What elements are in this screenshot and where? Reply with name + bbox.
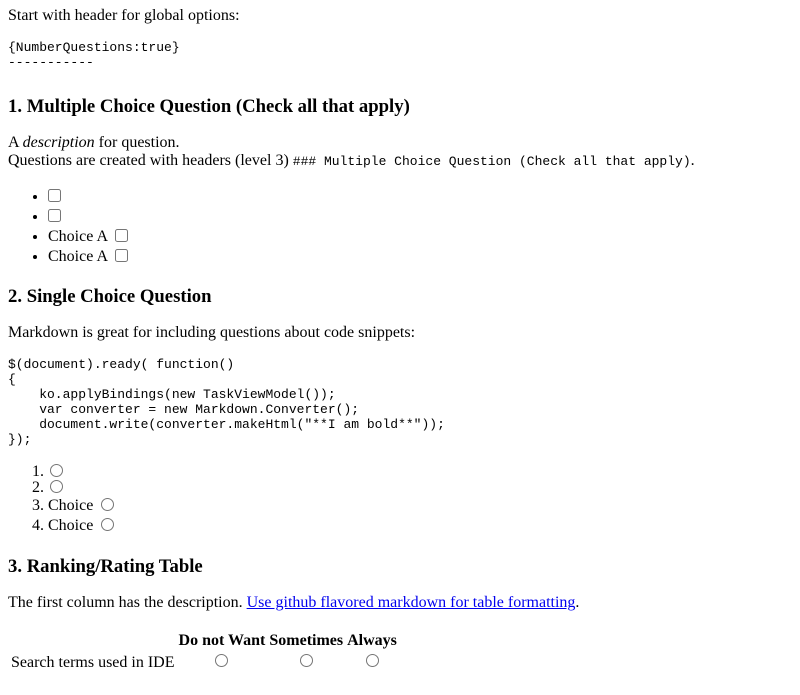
q2-option-2 bbox=[48, 480, 792, 496]
q2-option-3-radio[interactable] bbox=[101, 498, 115, 511]
ranking-row-label: Search terms used in IDE bbox=[11, 654, 175, 671]
q2-option-1 bbox=[48, 464, 792, 480]
table-row: Search terms used in IDE bbox=[10, 653, 398, 673]
ranking-header-row: Do not Want Sometimes Always bbox=[10, 631, 398, 651]
q3-desc-suffix: . bbox=[575, 594, 580, 611]
q1-option-1 bbox=[48, 187, 792, 207]
question-1-description: A description for question. Questions ar… bbox=[8, 134, 792, 171]
github-markdown-link[interactable]: Use github flavored markdown for table f… bbox=[247, 594, 576, 611]
q1-desc-suffix: for question. bbox=[94, 134, 180, 151]
ranking-radio-do-not-want[interactable] bbox=[215, 654, 229, 667]
q1-option-2 bbox=[48, 207, 792, 227]
q1-option-4-checkbox[interactable] bbox=[115, 249, 129, 262]
survey-page: Start with header for global options: {N… bbox=[0, 7, 800, 675]
question-2-description: Markdown is great for including question… bbox=[8, 324, 416, 341]
options-code-block: {NumberQuestions:true} ----------- bbox=[8, 40, 180, 70]
ranking-header-always: Always bbox=[347, 632, 397, 649]
q1-option-label: Choice A bbox=[48, 228, 108, 245]
question-2-code-block: $(document).ready( function() { ko.apply… bbox=[8, 357, 445, 447]
q2-option-2-radio[interactable] bbox=[50, 480, 63, 493]
question-3-title: 3. Ranking/Rating Table bbox=[8, 556, 203, 577]
q1-option-1-checkbox[interactable] bbox=[48, 189, 61, 202]
q2-option-4-radio[interactable] bbox=[101, 518, 115, 531]
ranking-radio-sometimes[interactable] bbox=[299, 654, 313, 667]
q2-option-4: Choice bbox=[48, 516, 792, 536]
ranking-cell-sometimes bbox=[268, 653, 344, 673]
q3-desc-prefix: The first column has the description. bbox=[8, 594, 247, 611]
q2-option-label: Choice bbox=[48, 517, 94, 534]
q1-line2-end: . bbox=[690, 152, 695, 169]
q1-option-3-checkbox[interactable] bbox=[115, 229, 129, 242]
ranking-header-do-not-want: Do not Want bbox=[178, 632, 266, 649]
q2-option-3: Choice bbox=[48, 496, 792, 516]
question-3-description: The first column has the description. Us… bbox=[8, 594, 792, 612]
q1-option-2-checkbox[interactable] bbox=[48, 209, 61, 222]
question-1-title: 1. Multiple Choice Question (Check all t… bbox=[8, 96, 410, 117]
q1-desc-emphasis: description bbox=[22, 134, 95, 151]
intro-text: Start with header for global options: bbox=[8, 7, 240, 24]
question-2-title: 2. Single Choice Question bbox=[8, 286, 212, 307]
q1-option-label: Choice A bbox=[48, 248, 108, 265]
question-2-options: Choice Choice bbox=[8, 464, 792, 536]
ranking-table: Do not Want Sometimes Always Search term… bbox=[8, 629, 400, 675]
question-1-options: Choice A Choice A bbox=[8, 187, 792, 267]
q1-line2-code: ### Multiple Choice Question (Check all … bbox=[292, 154, 691, 169]
q1-line2-text: Questions are created with headers (leve… bbox=[8, 152, 293, 169]
q1-option-3: Choice A bbox=[48, 227, 792, 247]
ranking-header-sometimes: Sometimes bbox=[269, 632, 344, 649]
q2-option-label: Choice bbox=[48, 497, 94, 514]
q1-desc-prefix: A bbox=[8, 134, 23, 151]
q2-option-1-radio[interactable] bbox=[50, 464, 63, 477]
ranking-cell-do-not-want bbox=[178, 653, 267, 673]
ranking-cell-always bbox=[346, 653, 398, 673]
ranking-header-blank bbox=[10, 631, 176, 651]
q1-option-4: Choice A bbox=[48, 247, 792, 267]
ranking-radio-always[interactable] bbox=[365, 654, 379, 667]
